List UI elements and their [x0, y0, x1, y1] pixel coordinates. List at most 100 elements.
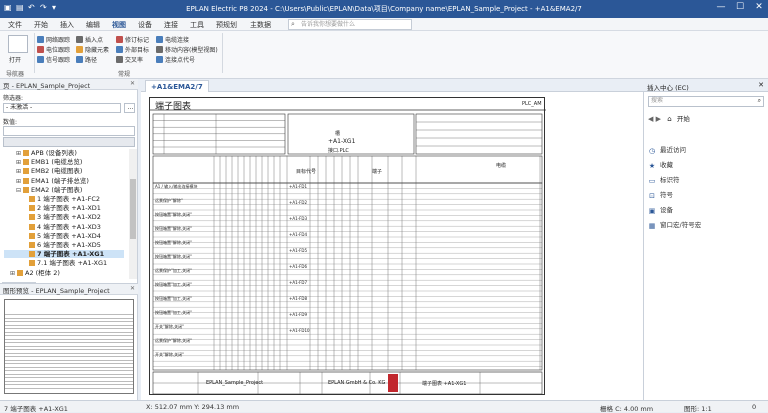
terminal-diagram-sheet[interactable]: 端子图表 PLC_AM 槽 +A1-XG1 接口.PLC 目标代号 端子 电缆 …	[149, 97, 546, 395]
footer-project: EPLAN_Sample_Project	[206, 380, 264, 386]
back-icon[interactable]: ◀ ▶	[648, 115, 661, 123]
menu-tab-preplanning[interactable]: 预规划	[216, 20, 237, 30]
expand-icon[interactable]: ⊞	[16, 178, 23, 186]
tree-scrollbar[interactable]	[129, 149, 137, 279]
external-target-button[interactable]: 外部目标	[116, 45, 149, 54]
open-button-label[interactable]: 打开	[9, 55, 21, 64]
tree-item[interactable]: ⊞ A2 (柜体 2)	[4, 269, 124, 277]
menu-tab-file[interactable]: 文件	[8, 20, 22, 30]
tree-item[interactable]: 7 端子图表 +A1-XG1	[4, 250, 124, 259]
tree-item[interactable]: ⊞ EMA1 (端子排总览)	[4, 177, 124, 185]
tree-item[interactable]: ⊞ EMB2 (电缆图表)	[4, 167, 124, 175]
insert-center-item[interactable]: ◷ 最近访问	[648, 144, 686, 156]
expand-icon[interactable]: ⊟	[16, 187, 23, 195]
menu-tab-device[interactable]: 设备	[138, 20, 152, 30]
signal-trace-icon	[37, 56, 44, 63]
expand-icon[interactable]: ⊞	[16, 159, 23, 167]
filter-more-button[interactable]: …	[124, 103, 135, 113]
tree-item[interactable]: ⊞ APB (设备列表)	[4, 149, 124, 157]
insert-center-item[interactable]: ⊡ 符号	[648, 189, 673, 201]
tree-item[interactable]: 4 端子图表 +A1-XD3	[4, 223, 124, 231]
tree-item-label: EMB1 (电缆总览)	[31, 158, 83, 167]
insert-center-item-label: 收藏	[660, 161, 673, 169]
hidden-elements-button[interactable]: 隐藏元素	[76, 45, 109, 54]
insert-center-item[interactable]: ▣ 设备	[648, 204, 673, 216]
page-icon	[23, 168, 29, 175]
close-panel-icon[interactable]: ✕	[130, 80, 135, 87]
command-search-input[interactable]: ⌕ 告诉我你想要做什么	[288, 19, 412, 30]
menu-tab-tools[interactable]: 工具	[190, 20, 204, 30]
tree-item[interactable]: ⊟ EMA2 (端子图表)	[4, 186, 124, 194]
value-input[interactable]	[3, 126, 135, 136]
tree-item-label: 1 端子图表 +A1-FC2	[37, 195, 101, 203]
sheet-title: 端子图表	[155, 102, 192, 112]
open-navigator-icon[interactable]	[8, 35, 28, 53]
row-description: 远景保护"加工,关闭"	[155, 268, 192, 273]
net-trace-icon	[37, 36, 44, 43]
document-tab-active[interactable]: +A1&EMA2/7	[145, 80, 209, 92]
tree-item-label: 4 端子图表 +A1-XD3	[37, 222, 101, 231]
menu-tab-start[interactable]: 开始	[34, 20, 48, 30]
expand-icon[interactable]: ⊞	[16, 150, 23, 158]
insert-center-breadcrumb[interactable]: ◀ ▶ ⌂ 开始	[648, 113, 764, 125]
tree-item[interactable]: 6 端子图表 +A1-XD5	[4, 241, 124, 249]
row-target: +A1-FD10	[289, 328, 310, 333]
preview-line	[5, 384, 133, 385]
expand-icon[interactable]: ⊞	[10, 270, 17, 278]
close-button[interactable]: ✕	[750, 2, 768, 12]
insertion-point-button[interactable]: 插入点	[76, 35, 103, 44]
menu-tab-insert[interactable]: 插入	[60, 20, 74, 30]
insert-center-item[interactable]: ★ 收藏	[648, 159, 673, 171]
tree-item-label: APB (设备列表)	[31, 149, 77, 157]
navigator-group-label: 导航器	[6, 71, 25, 78]
insert-center-search-input[interactable]: 搜索 ⌕	[648, 96, 764, 107]
cable-connection-button[interactable]: 电缆连接	[156, 35, 189, 44]
preview-line	[5, 363, 133, 364]
tree-item[interactable]: 1 端子图表 +A1-FC2	[4, 195, 124, 203]
menu-tab-master-data[interactable]: 主数据	[250, 20, 271, 30]
row-description: 按钮箱置"加工,关闭"	[155, 296, 192, 301]
revision-marker-label: 修订标记	[125, 37, 150, 44]
potential-trace-button[interactable]: 电位跟踪	[37, 45, 70, 54]
minimize-button[interactable]: —	[712, 2, 730, 12]
cable-connection-icon	[156, 36, 163, 43]
menu-tab-edit[interactable]: 编辑	[86, 20, 100, 30]
menu-tab-connect[interactable]: 连接	[164, 20, 178, 30]
insert-center-title: 插入中心 (EC)	[647, 84, 689, 92]
tree-item[interactable]: 5 端子图表 +A1-XD4	[4, 232, 124, 240]
tree-item[interactable]: 3 端子图表 +A1-XD2	[4, 213, 124, 221]
net-trace-button[interactable]: 网络跟踪	[37, 35, 70, 44]
cross-ratio-button[interactable]: 交叉率	[116, 55, 143, 64]
preview-line	[5, 335, 133, 336]
signal-trace-button[interactable]: 信号跟踪	[37, 55, 70, 64]
insert-center-item[interactable]: ▭ 标识符	[648, 174, 680, 186]
move-content-button[interactable]: 移动内容(模型视图)	[156, 45, 218, 54]
tree-item[interactable]: 7.1 端子图表 +A1-XG1	[4, 259, 124, 267]
potential-trace-label: 电位跟踪	[46, 47, 71, 54]
close-insert-center-icon[interactable]: ✕	[758, 81, 764, 89]
cross-ratio-icon	[116, 56, 123, 63]
preview-line	[5, 352, 133, 354]
filter-dropdown[interactable]: - 未激活 -	[3, 103, 121, 113]
tree-scroll-thumb[interactable]	[130, 179, 136, 239]
row-target: +A1-FD6	[289, 264, 308, 269]
home-icon[interactable]: ⌂	[667, 115, 671, 123]
cable-connection-label: 电缆连接	[165, 37, 190, 44]
value-apply-bar[interactable]	[3, 137, 135, 147]
maximize-button[interactable]: ☐	[731, 2, 749, 12]
close-preview-icon[interactable]: ✕	[130, 285, 135, 292]
expand-icon[interactable]: ⊞	[16, 168, 23, 176]
preview-line	[5, 321, 133, 322]
row-description: 开关"解除,关闭"	[155, 352, 184, 357]
connection-point-designation-button[interactable]: 连接点代号	[156, 55, 195, 64]
page-icon	[29, 214, 35, 221]
preview-line	[5, 387, 133, 389]
path-button[interactable]: 路径	[76, 55, 97, 64]
insert-center-item[interactable]: ▦ 窗口宏/符号宏	[648, 219, 702, 231]
tree-item[interactable]: ⊞ EMB1 (电缆总览)	[4, 158, 124, 166]
revision-marker-button[interactable]: 修订标记	[116, 35, 149, 44]
window-title: EPLAN Electric P8 2024 - C:\Users\Public…	[186, 5, 582, 13]
tree-item[interactable]: 2 端子图表 +A1-XD1	[4, 204, 124, 212]
potential-trace-icon	[37, 46, 44, 53]
breadcrumb-start[interactable]: 开始	[677, 115, 690, 123]
